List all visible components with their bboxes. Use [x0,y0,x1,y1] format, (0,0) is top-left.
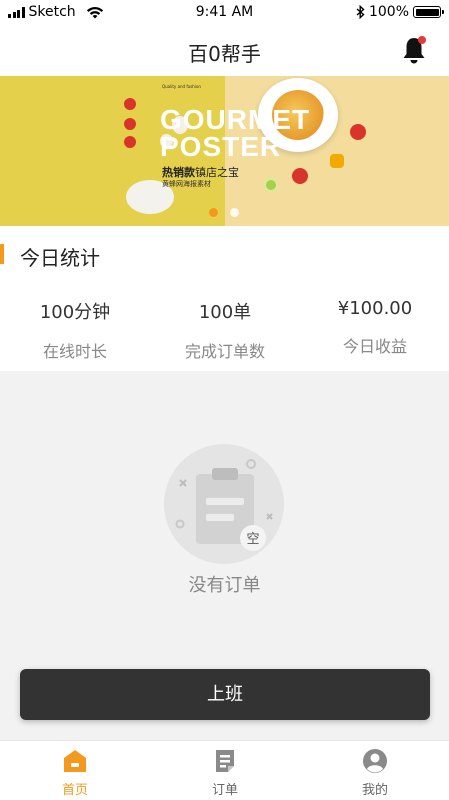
stat-today-earnings: ¥100.00 今日收益 [300,298,449,357]
empty-clipboard-icon: 空 [164,444,284,564]
stat-value: 100分钟 [39,302,111,323]
banner-subtitle: 热销款镇店之宝 [162,164,239,180]
page-title: 百0帮手 [188,42,261,66]
promo-banner[interactable]: Quality and fashion GOURMET POSTER 热销款镇店… [0,76,449,226]
banner-tagline: Quality and fashion [162,84,201,89]
tomato-image [124,136,136,148]
section-title: 今日统计 [20,246,100,270]
tab-label: 首页 [61,783,88,798]
order-icon [216,750,234,772]
tomato-image [292,168,308,184]
banner-headline-line2: POSTER [160,131,282,162]
empty-message: 没有订单 [188,575,261,596]
bluetooth-icon [356,5,365,19]
nav-bar: 百0帮手 [0,26,449,76]
section-accent-bar [0,244,4,264]
bottom-tab-bar: 首页 订单 我的 [0,740,449,800]
stat-label: 今日收益 [342,337,407,356]
carousel-indicator [209,208,239,217]
banner-headline-line1: GOURMET [160,104,311,135]
tomato-image [124,118,136,130]
empty-badge: 空 [246,532,259,547]
banner-subtitle-bold: 热销款 [162,166,195,179]
tomato-image [350,124,366,140]
pepper-image [330,154,344,168]
notification-dot [418,36,426,44]
battery-percent: 100% [368,4,409,20]
stat-online-duration: 100分钟 在线时长 [0,298,150,362]
banner-source: 黄蜂网海报素材 [162,180,211,188]
notification-bell-icon[interactable] [399,34,429,66]
banner-headline: GOURMET POSTER [160,104,311,162]
tab-label: 我的 [361,783,388,798]
home-icon [64,750,86,772]
battery-icon [413,6,444,18]
carousel-dot-2[interactable] [230,208,239,217]
stat-label: 在线时长 [42,342,107,361]
lime-image [264,178,278,192]
stat-value: 100单 [198,302,252,323]
tab-label: 订单 [211,783,238,798]
tab-home[interactable]: 首页 [0,741,150,800]
carousel-dot-1[interactable] [209,208,218,217]
banner-subtitle-rest: 镇店之宝 [195,166,239,179]
on-duty-button[interactable]: 上班 [20,669,430,720]
status-right: 100% [356,4,444,20]
stat-completed-orders: 100单 完成订单数 [150,298,300,362]
stat-value: ¥100.00 [337,298,413,319]
tomato-image [124,98,136,110]
today-stats-card: 今日统计 100分钟 在线时长 100单 完成订单数 ¥100.00 今日收益 [0,226,449,371]
profile-icon [363,749,387,773]
status-bar: Sketch 9:41 AM 100% [0,0,449,26]
tab-orders[interactable]: 订单 [150,741,300,800]
stat-label: 完成订单数 [184,342,265,361]
tab-profile[interactable]: 我的 [300,741,449,800]
